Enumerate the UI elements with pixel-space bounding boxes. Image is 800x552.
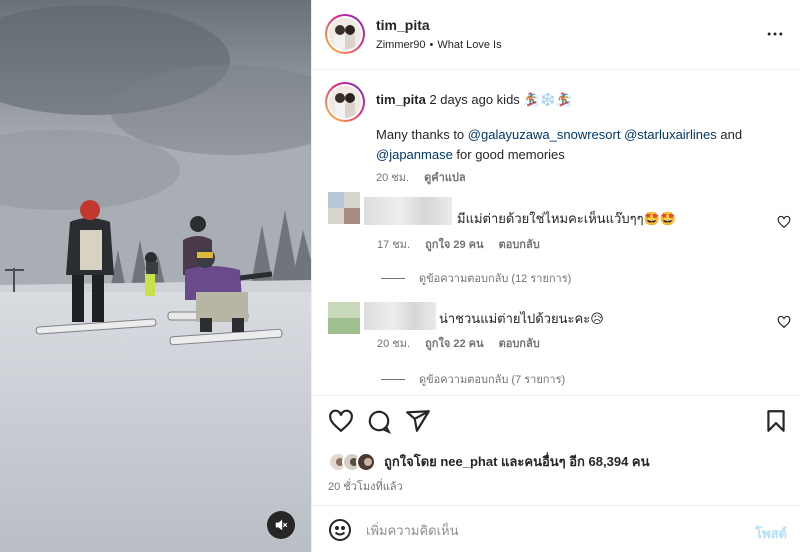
divider xyxy=(381,378,405,380)
comment-text: มีแม่ต่ายด้วยใช่ไหมคะเห็นแว๊บๆๆ🤩🤩 xyxy=(457,211,676,226)
post-username[interactable]: tim_pita xyxy=(376,17,430,33)
separator: • xyxy=(429,39,434,51)
blurred-avatar xyxy=(328,192,360,224)
comment-meta: 20 ชม. ถูกใจ 22 คน ตอบกลับ xyxy=(377,334,552,352)
view-replies-label: ดูข้อความตอบกลับ (7 รายการ) xyxy=(419,374,566,386)
heart-icon[interactable] xyxy=(328,408,354,434)
more-horizontal-icon[interactable] xyxy=(765,24,785,44)
view-replies-button[interactable]: ดูข้อความตอบกลับ (7 รายการ) xyxy=(381,370,565,388)
caption-line: tim_pita 2 days ago kids 🏂❄️🏂 xyxy=(376,90,776,110)
post-comment-button[interactable]: โพสต์ xyxy=(755,523,787,544)
post-timestamp[interactable]: 20 ชั่วโมงที่แล้ว xyxy=(328,477,403,495)
divider xyxy=(381,277,405,279)
post-header: tim_pita Zimmer90 • What Love Is xyxy=(312,0,800,70)
caption-body-suffix: for good memories xyxy=(452,147,565,162)
mention-starlux[interactable]: @starluxairlines xyxy=(624,127,717,142)
post-panel: tim_pita Zimmer90 • What Love Is tim_pita xyxy=(311,0,800,552)
blurred-avatar xyxy=(328,302,360,334)
reply-button[interactable]: ตอบกลับ xyxy=(499,239,540,251)
caption-avatar[interactable] xyxy=(325,82,365,122)
mention-galayuzawa[interactable]: @galayuzawa_snowresort xyxy=(468,127,621,142)
comment-like-icon[interactable] xyxy=(777,215,791,229)
profile-photo xyxy=(329,18,361,50)
comment-likes[interactable]: ถูกใจ 22 คน xyxy=(425,338,483,350)
reply-button[interactable]: ตอบกลับ xyxy=(499,338,540,350)
audio-info[interactable]: Zimmer90 • What Love Is xyxy=(376,39,502,51)
comments-list[interactable]: tim_pita 2 days ago kids 🏂❄️🏂 Many thank… xyxy=(312,70,800,395)
caption-username[interactable]: tim_pita xyxy=(376,92,426,107)
comment-icon[interactable] xyxy=(366,408,392,434)
liker-avatar xyxy=(356,451,376,472)
post-actions: ถูกใจโดย nee_phat และคนอื่นๆ อีก 68,394 … xyxy=(312,395,800,505)
caption-time: 20 ชม. xyxy=(376,172,410,184)
view-replies-button[interactable]: ดูข้อความตอบกลับ (12 รายการ) xyxy=(381,269,571,287)
comment-input[interactable] xyxy=(366,516,736,544)
mute-button[interactable] xyxy=(267,511,295,539)
comment-text: น่าชวนแม่ต่ายไปด้วยนะคะ😥 xyxy=(439,311,604,326)
audio-title[interactable]: What Love Is xyxy=(437,39,501,51)
translate-link[interactable]: ดูคำแปล xyxy=(424,172,466,184)
speaker-muted-icon xyxy=(275,519,288,531)
caption-body-and: and xyxy=(716,127,743,142)
comment-like-icon[interactable] xyxy=(777,315,791,329)
comment-avatar[interactable] xyxy=(328,302,360,334)
comment-likes[interactable]: ถูกใจ 29 คน xyxy=(425,239,483,251)
liked-by-text[interactable]: ถูกใจโดย nee_phat และคนอื่นๆ อีก 68,394 … xyxy=(384,451,650,472)
caption-text: 2 days ago kids 🏂❄️🏂 xyxy=(429,92,572,107)
mention-japanmase[interactable]: @japanmase xyxy=(376,147,453,162)
caption-body: Many thanks to @galayuzawa_snowresort @s… xyxy=(376,125,786,165)
avatar[interactable] xyxy=(325,14,365,54)
bookmark-icon[interactable] xyxy=(763,408,789,434)
audio-artist[interactable]: Zimmer90 xyxy=(376,39,426,51)
comment-time: 17 ชม. xyxy=(377,239,411,251)
comment-meta: 17 ชม. ถูกใจ 29 คน ตอบกลับ xyxy=(377,235,552,253)
liked-by-row[interactable]: ถูกใจโดย nee_phat และคนอื่นๆ อีก 68,394 … xyxy=(328,451,650,472)
blurred-username[interactable] xyxy=(364,302,436,330)
caption-body-prefix: Many thanks to xyxy=(376,127,468,142)
snowboard-photo xyxy=(0,0,311,552)
comment-time: 20 ชม. xyxy=(377,338,411,350)
profile-photo xyxy=(329,86,361,118)
view-replies-label: ดูข้อความตอบกลับ (12 รายการ) xyxy=(419,273,572,285)
smiley-icon[interactable] xyxy=(328,518,352,542)
comment-avatar[interactable] xyxy=(328,192,360,224)
blurred-username[interactable] xyxy=(364,197,452,225)
post-media[interactable] xyxy=(0,0,311,552)
add-comment-bar: โพสต์ xyxy=(312,505,800,552)
caption-meta: 20 ชม. ดูคำแปล xyxy=(376,168,478,186)
send-icon[interactable] xyxy=(405,408,431,434)
